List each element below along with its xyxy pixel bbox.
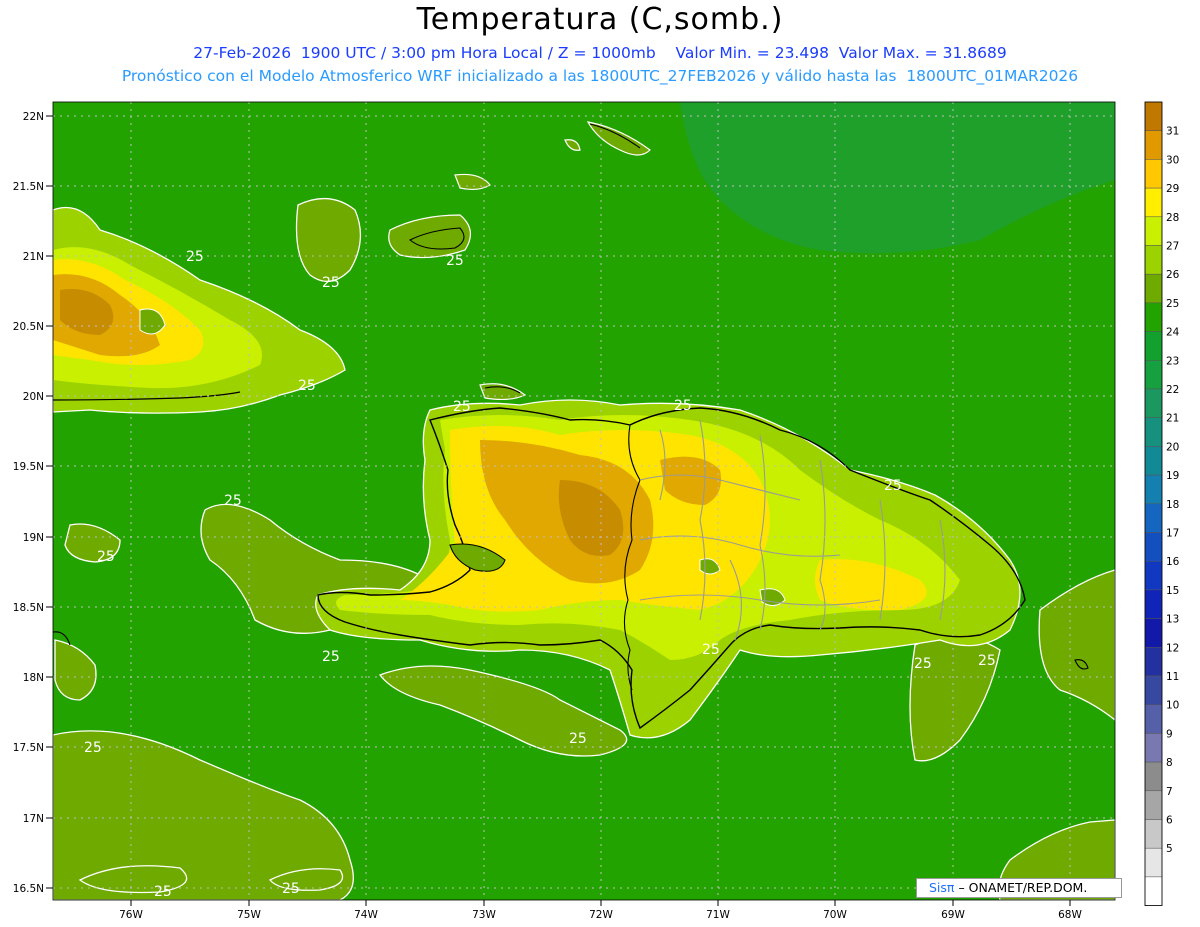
lon-label: 70W [823,909,847,921]
legend-swatch [1144,417,1163,447]
legend-label: 8 [1166,757,1173,769]
legend-label: 13 [1166,614,1179,626]
legend-swatch [1144,360,1163,390]
contour-label: 25 [298,378,316,394]
legend-swatch [1144,446,1163,476]
legend-swatch [1144,187,1163,218]
legend-label: 5 [1166,843,1173,855]
contour-label: 25 [674,398,692,414]
credit-brand: Sisπ [929,880,955,895]
contour-label: 25 [97,549,115,565]
contour-label: 25 [702,642,720,658]
contour-label: 25 [914,656,932,672]
lon-label: 73W [472,909,496,921]
lat-label: 20N [23,391,44,403]
lon-label: 72W [589,909,613,921]
contour-label: 25 [453,399,471,415]
longitude-axis: 76W 75W 74W 73W 72W 71W 70W 69W 68W [119,900,1082,921]
legend-swatch [1144,647,1163,677]
contour-label: 25 [569,731,587,747]
contour-label: 25 [84,740,102,756]
legend-label: 9 [1166,728,1173,740]
legend-label: 19 [1166,470,1179,482]
legend-swatch [1144,876,1163,906]
contour-label: 25 [186,249,204,265]
legend-swatch [1144,245,1163,275]
legend-label: 16 [1166,556,1180,568]
lon-label: 71W [706,909,730,921]
color-legend: 31 30 29 28 27 26 25 24 23 22 21 20 19 18 17 16 15 13 12 11… [1144,101,1180,906]
legend-label: 12 [1166,642,1179,654]
legend-label: 17 [1166,528,1179,540]
legend-label: 20 [1166,441,1179,453]
legend-swatch [1144,847,1163,878]
contour-label: 25 [224,493,242,509]
legend-swatch [1144,819,1163,849]
legend-label: 28 [1166,212,1179,224]
lat-label: 18N [23,672,44,684]
legend-label: 24 [1166,327,1180,339]
contour-label: 25 [884,478,902,494]
credit-box: Sisπ – ONAMET/REP.DOM. [916,878,1122,898]
lat-label: 17N [23,813,44,825]
legend-swatch [1144,503,1163,533]
legend-label: 29 [1166,183,1179,195]
legend-swatch [1144,331,1163,361]
legend-swatch [1144,216,1163,246]
lat-label: 17.5N [13,742,44,754]
lon-label: 74W [354,909,378,921]
legend-label: 22 [1166,384,1179,396]
legend-label: 30 [1166,154,1179,166]
lat-label: 22N [23,111,44,123]
contour-label: 25 [154,884,172,900]
lon-label: 75W [237,909,261,921]
contour-label: 25 [322,649,340,665]
legend-label: 26 [1166,269,1180,281]
lat-label: 16.5N [13,883,44,895]
legend-label: 10 [1166,700,1179,712]
legend-label: 27 [1166,241,1179,253]
legend-swatch [1144,704,1163,734]
legend-swatch [1144,675,1163,705]
contour-label: 25 [322,275,340,291]
legend-swatch [1144,790,1163,820]
temperature-map: 25 25 25 25 25 25 25 25 25 25 25 25 25 2… [13,101,1180,921]
legend-swatch [1144,618,1163,648]
lat-label: 21.5N [13,181,44,193]
contour-label: 25 [978,653,996,669]
lat-label: 19.5N [13,461,44,473]
lat-label: 18.5N [13,602,44,614]
lat-label: 21N [23,251,44,263]
legend-swatch [1144,733,1163,763]
lon-label: 76W [119,909,143,921]
legend-label: 25 [1166,298,1179,310]
legend-swatch [1144,532,1163,562]
latitude-axis: 22N 21.5N 21N 20.5N 20N 19.5N 19N 18.5N … [13,111,53,895]
legend-swatch [1144,130,1163,160]
lon-label: 69W [941,909,965,921]
legend-label: 11 [1166,671,1179,683]
legend-label: 21 [1166,413,1179,425]
legend-swatch [1144,302,1163,332]
legend-label: 31 [1166,126,1179,138]
legend-label: 18 [1166,499,1179,511]
contour-label: 25 [446,253,464,269]
legend-label: 6 [1166,815,1173,827]
legend-label: 7 [1166,786,1173,798]
legend-swatch [1144,159,1163,189]
lat-label: 20.5N [13,321,44,333]
contour-label: 25 [282,881,300,897]
credit-text: – ONAMET/REP.DOM. [958,880,1088,895]
legend-swatch [1144,273,1163,304]
legend-label: 23 [1166,355,1179,367]
legend-label: 15 [1166,585,1179,597]
legend-swatch [1144,589,1163,619]
legend-swatch [1144,761,1163,792]
legend-swatch [1144,101,1163,131]
lat-label: 19N [23,532,44,544]
lon-label: 68W [1058,909,1082,921]
legend-swatch [1144,388,1163,418]
legend-swatch [1144,560,1163,591]
legend-swatch [1144,474,1163,505]
